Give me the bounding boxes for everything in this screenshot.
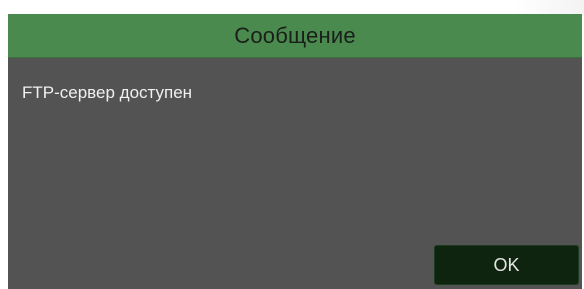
dialog-title: Сообщение xyxy=(234,23,356,48)
message-text: FTP-сервер доступен xyxy=(22,83,193,102)
dialog-header: Сообщение xyxy=(8,14,582,58)
ok-button[interactable]: OK xyxy=(434,245,579,285)
message-dialog: Сообщение FTP-сервер доступен OK xyxy=(8,14,582,289)
dialog-body: FTP-сервер доступен OK xyxy=(8,58,582,289)
